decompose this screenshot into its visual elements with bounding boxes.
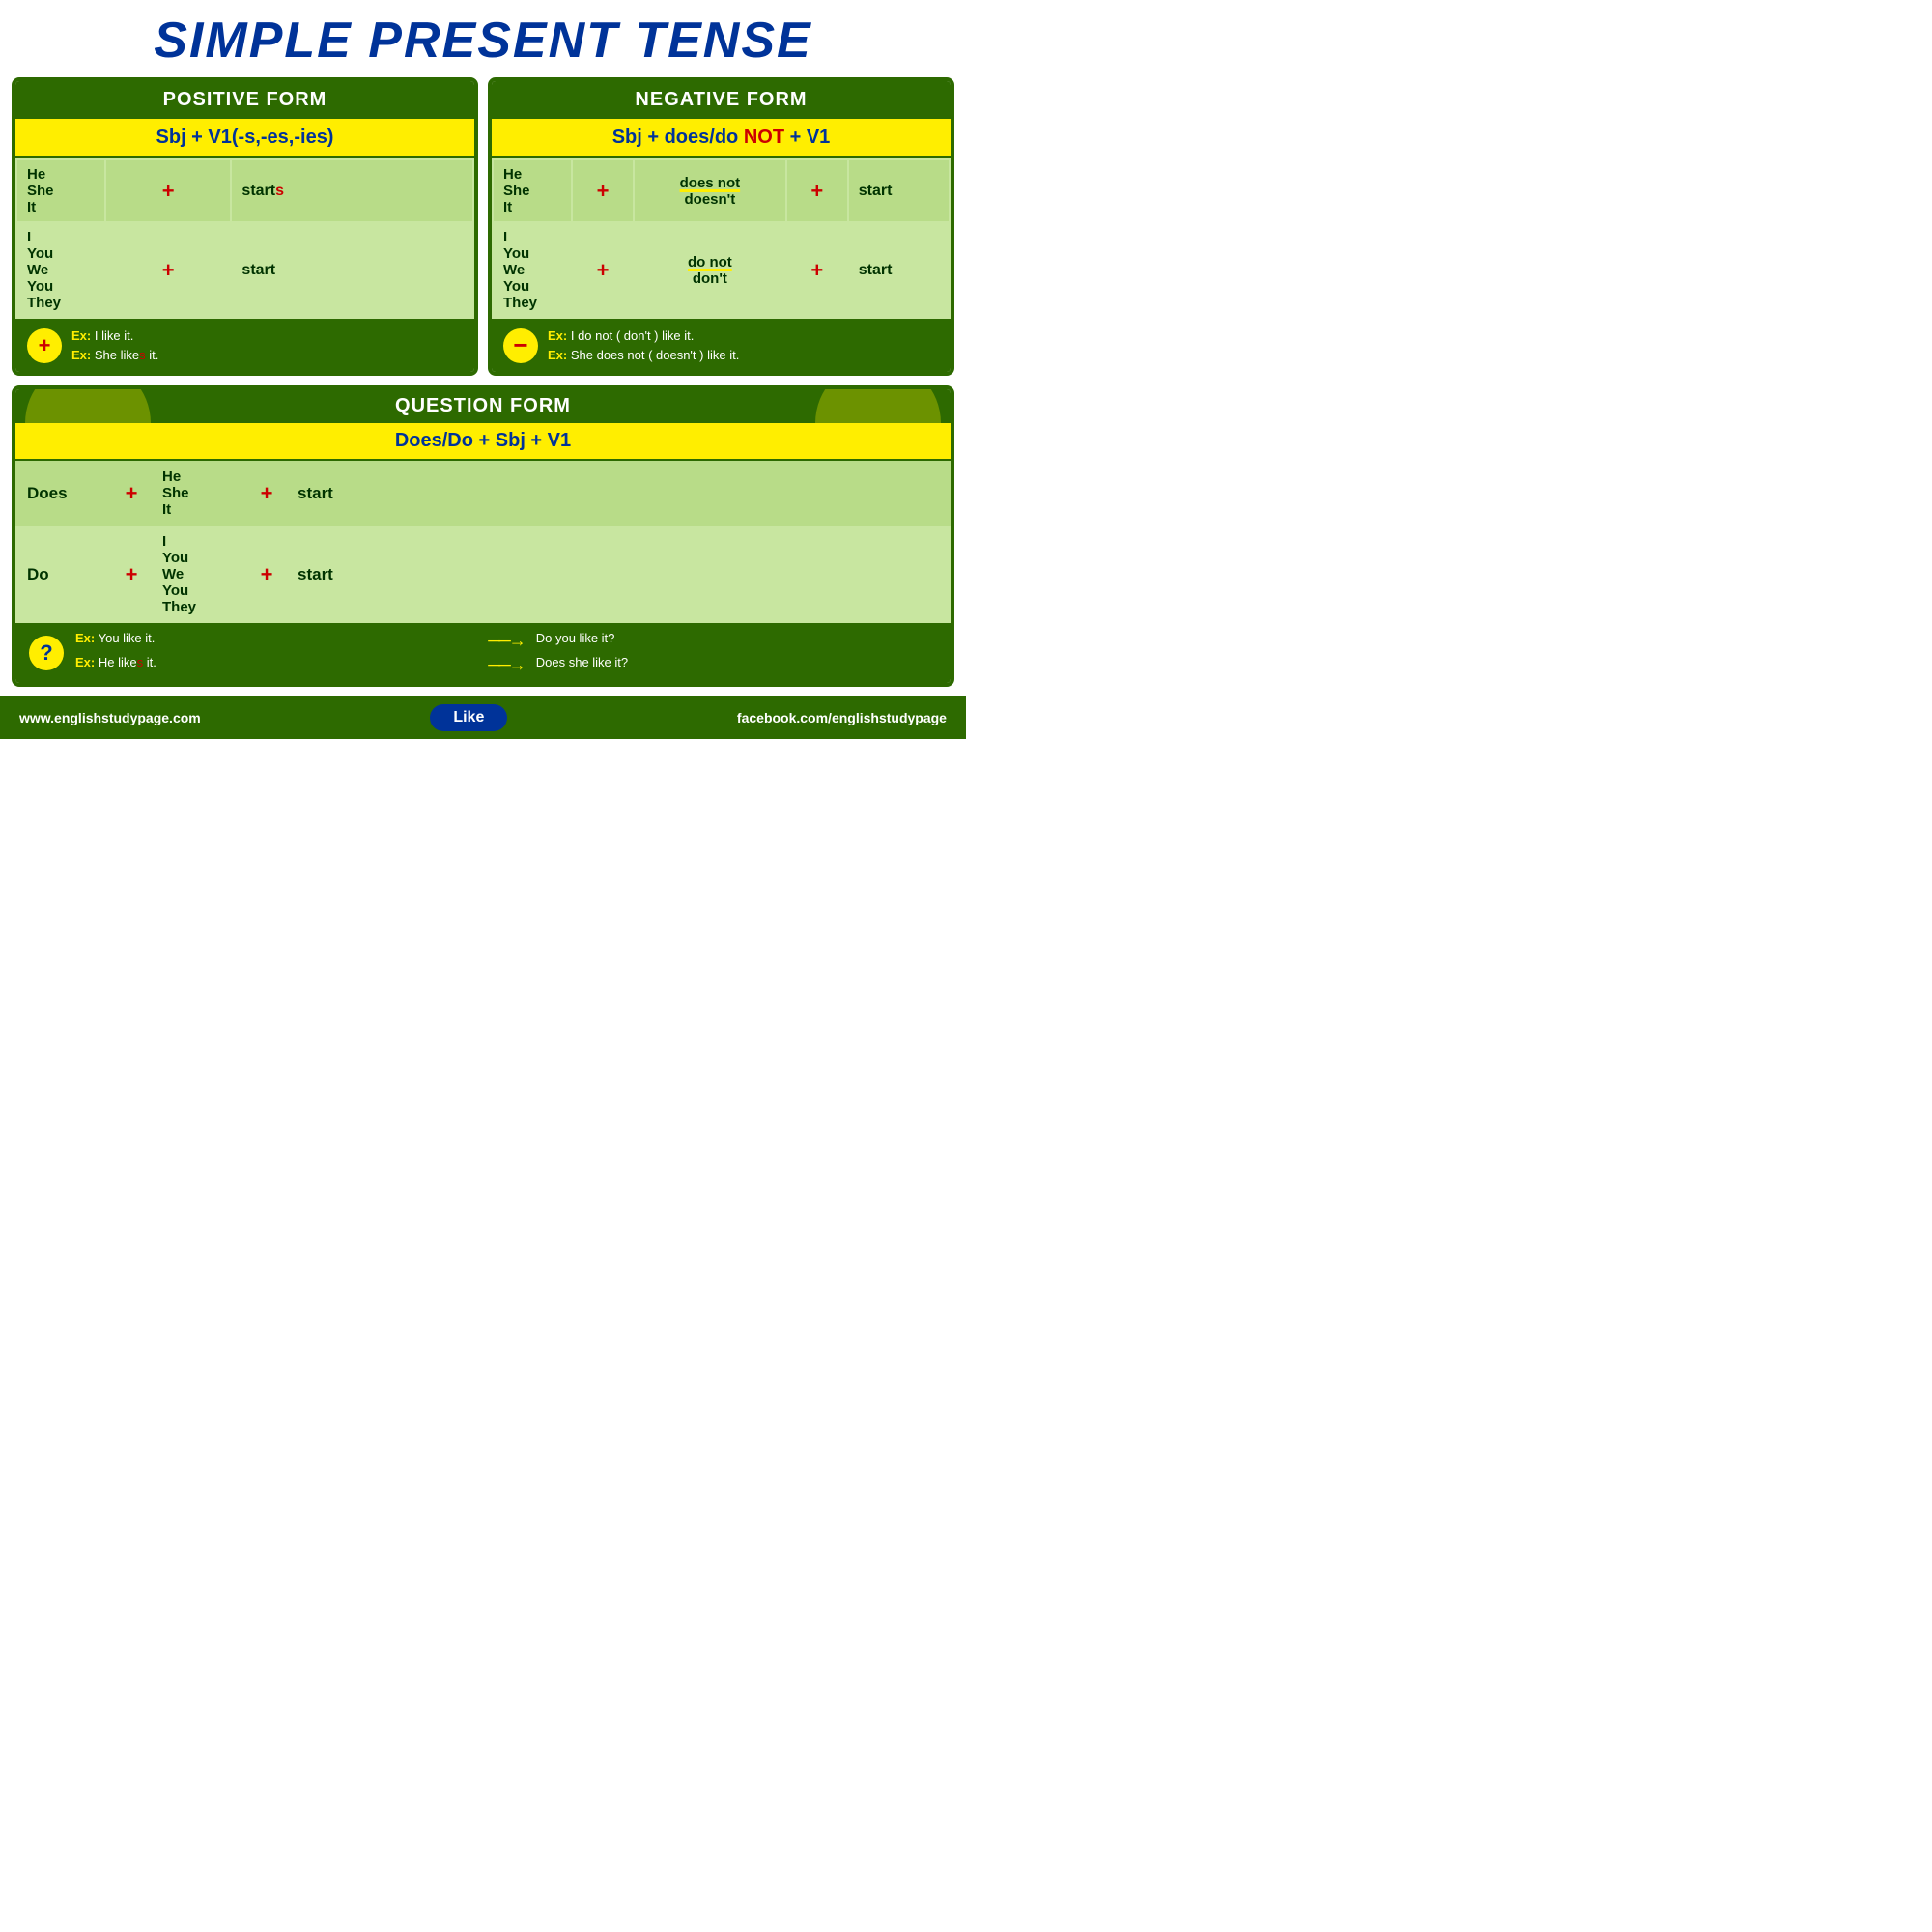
footer-left: www.englishstudypage.com	[19, 710, 201, 725]
subject-cell: I You We You They	[17, 223, 104, 317]
q-examples-grid: Ex: You like it. ──→ Do you like it? Ex:…	[75, 631, 937, 675]
q-ex-ans-2: Does she like it?	[536, 655, 937, 675]
verb-suffix: s	[275, 183, 284, 199]
verb-cell: start	[286, 526, 951, 623]
ex-label: Ex:	[548, 348, 567, 362]
plus-sign: +	[106, 160, 230, 221]
table-row: Does + He She It + start	[15, 461, 951, 526]
negative-form-box: NEGATIVE FORM Sbj + does/do NOT + V1 He …	[488, 77, 954, 376]
negative-header: NEGATIVE FORM	[492, 81, 951, 119]
footer-bar: www.englishstudypage.com Like facebook.c…	[0, 696, 966, 739]
ex-label: Ex:	[71, 328, 91, 343]
q-ex-ans-1: Do you like it?	[536, 631, 937, 651]
plus-sign: +	[112, 461, 151, 526]
question-header: QUESTION FORM	[15, 395, 951, 417]
question-header-wrap: QUESTION FORM	[15, 389, 951, 423]
q-ex-arrow-2: ──→	[488, 655, 525, 675]
doesnt: doesn't	[685, 191, 736, 208]
subject-cell: I You We You They	[151, 526, 247, 623]
question-form-box: QUESTION FORM Does/Do + Sbj + V1 Does + …	[12, 385, 954, 687]
positive-formula: Sbj + V1(-s,-es,-ies)	[15, 119, 474, 158]
aux-cell: Does	[15, 461, 112, 526]
plus-sign: +	[247, 526, 286, 623]
q-ex-stmt-2: Ex: He likes it.	[75, 655, 476, 675]
plus-sign: +	[573, 160, 633, 221]
q-ex-stmt-1: Ex: You like it.	[75, 631, 476, 651]
negative-examples: − Ex: I do not ( don't ) like it. Ex: Sh…	[492, 319, 951, 372]
table-row: He She It + does not doesn't + start	[494, 160, 949, 221]
table-row: I You We You They + do not don't + start	[494, 223, 949, 317]
verb-cell: start	[849, 160, 949, 221]
negative-badge: −	[503, 328, 538, 363]
table-row: He She It + starts	[17, 160, 472, 221]
table-row: Do + I You We You They + start	[15, 526, 951, 623]
plus-sign: +	[787, 223, 847, 317]
neg-cell: does not doesn't	[635, 160, 785, 221]
like-badge[interactable]: Like	[430, 704, 507, 731]
verb-cell: starts	[232, 160, 472, 221]
plus-sign: +	[787, 160, 847, 221]
s-suffix: s	[139, 348, 146, 362]
plus-sign: +	[112, 526, 151, 623]
aux-cell: Do	[15, 526, 112, 623]
question-table: Does + He She It + start Do + I You We Y…	[15, 461, 951, 623]
positive-table: He She It + starts I You We You They + s…	[15, 158, 474, 319]
plus-sign: +	[106, 223, 230, 317]
verb-cell: start	[232, 223, 472, 317]
ex-label: Ex:	[548, 328, 567, 343]
subject-cell: He She It	[151, 461, 247, 526]
positive-badge: +	[27, 328, 62, 363]
q-ex-arrow-1: ──→	[488, 631, 525, 651]
not-keyword: NOT	[744, 127, 784, 148]
subject-cell: He She It	[17, 160, 104, 221]
example-text-negative: Ex: I do not ( don't ) like it. Ex: She …	[548, 327, 739, 364]
dont: don't	[693, 270, 727, 287]
positive-header: POSITIVE FORM	[15, 81, 474, 119]
verb-cell: start	[286, 461, 951, 526]
table-row: I You We You They + start	[17, 223, 472, 317]
subject-cell: He She It	[494, 160, 571, 221]
question-examples: ? Ex: You like it. ──→ Do you like it? E…	[15, 623, 951, 683]
example-text-positive: Ex: I like it. Ex: She likes it.	[71, 327, 158, 364]
plus-sign: +	[247, 461, 286, 526]
question-badge: ?	[29, 636, 64, 670]
ex-label: Ex:	[71, 348, 91, 362]
positive-examples: + Ex: I like it. Ex: She likes it.	[15, 319, 474, 372]
verb-cell: start	[849, 223, 949, 317]
question-formula: Does/Do + Sbj + V1	[15, 423, 951, 461]
plus-sign: +	[573, 223, 633, 317]
negative-formula: Sbj + does/do NOT + V1	[492, 119, 951, 158]
negative-table: He She It + does not doesn't + start I Y…	[492, 158, 951, 319]
positive-form-box: POSITIVE FORM Sbj + V1(-s,-es,-ies) He S…	[12, 77, 478, 376]
footer-right: facebook.com/englishstudypage	[737, 710, 947, 725]
main-title: SIMPLE PRESENT TENSE	[0, 0, 966, 77]
does-not: does not	[644, 175, 776, 191]
subject-cell: I You We You They	[494, 223, 571, 317]
neg-cell: do not don't	[635, 223, 785, 317]
do-not: do not	[644, 254, 776, 270]
